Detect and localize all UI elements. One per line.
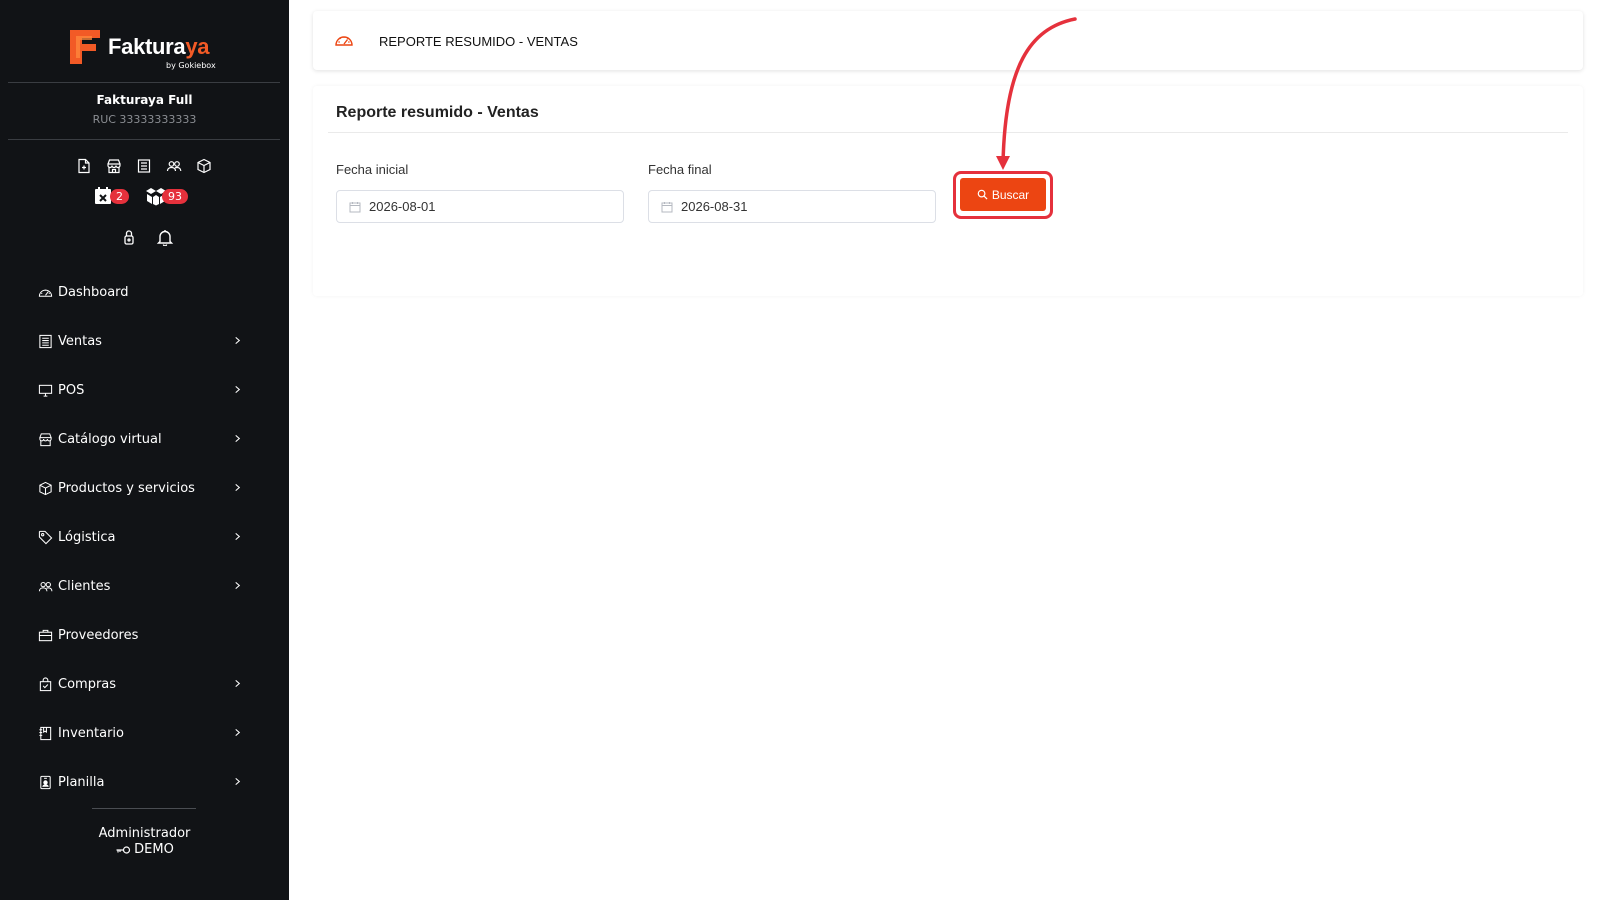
- key-icon: [116, 845, 131, 854]
- sidebar-item-label: POS: [58, 383, 85, 398]
- user-name-label: DEMO: [134, 842, 174, 857]
- sidebar-menu: Dashboard Ventas POS Catálogo virtual Pr…: [38, 268, 248, 807]
- box-icon: [38, 481, 54, 497]
- sidebar-item-inventario[interactable]: Inventario: [38, 709, 248, 758]
- box-icon[interactable]: [196, 158, 212, 174]
- sidebar-item-label: Ventas: [58, 334, 102, 349]
- sidebar-item-dashboard[interactable]: Dashboard: [38, 268, 248, 317]
- company-name: Fakturaya Full: [96, 93, 193, 107]
- badge-count: 93: [162, 188, 188, 204]
- bell-icon[interactable]: [156, 228, 174, 250]
- page-title: REPORTE RESUMIDO - VENTAS: [379, 34, 578, 49]
- sidebar-item-compras[interactable]: Compras: [38, 660, 248, 709]
- search-button-label: Buscar: [991, 187, 1030, 202]
- sidebar-item-productos-servicios[interactable]: Productos y servicios: [38, 464, 248, 513]
- sidebar-item-label: Clientes: [58, 579, 111, 594]
- speedometer-icon: [335, 36, 353, 46]
- new-document-icon[interactable]: [76, 158, 92, 174]
- journal-icon: [38, 726, 54, 742]
- user-name[interactable]: DEMO: [0, 842, 289, 857]
- sidebar-item-catalogo-virtual[interactable]: Catálogo virtual: [38, 415, 248, 464]
- chevron-right-icon: [233, 334, 243, 345]
- stock-alert-badge[interactable]: 93: [145, 186, 188, 206]
- sidebar-divider: [8, 139, 280, 140]
- sidebar-item-label: Compras: [58, 677, 117, 692]
- person-badge-icon: [38, 775, 54, 791]
- report-title: Reporte resumido - Ventas: [336, 104, 539, 121]
- chevron-right-icon: [233, 481, 243, 492]
- badge-count: 2: [110, 188, 129, 204]
- logo-mark-icon: [70, 30, 100, 64]
- sidebar-divider: [92, 808, 196, 809]
- sidebar-item-ventas[interactable]: Ventas: [38, 317, 248, 366]
- expired-docs-badge[interactable]: 2: [93, 186, 129, 206]
- chevron-right-icon: [233, 775, 243, 786]
- brand-tagline: by Gokiebox: [166, 61, 216, 70]
- utility-icons: [120, 228, 174, 250]
- tag-icon: [38, 530, 54, 546]
- receipt-list-icon[interactable]: [136, 158, 152, 174]
- chevron-right-icon: [233, 726, 243, 737]
- start-date-label: Fecha inicial: [336, 162, 409, 177]
- briefcase-icon: [38, 628, 54, 644]
- sidebar-item-pos[interactable]: POS: [38, 366, 248, 415]
- quick-actions: [76, 158, 212, 174]
- sidebar-item-label: Proveedores: [58, 628, 139, 643]
- end-date-label: Fecha final: [648, 162, 712, 177]
- sidebar-item-label: Catálogo virtual: [58, 432, 162, 447]
- report-card: Reporte resumido - Ventas Fecha inicial …: [313, 86, 1583, 296]
- calendar-icon: [349, 201, 361, 213]
- sidebar-item-logistica[interactable]: Lógistica: [38, 513, 248, 562]
- sidebar-item-clientes[interactable]: Clientes: [38, 562, 248, 611]
- brand-name: Fakturaya: [108, 34, 210, 59]
- chevron-right-icon: [233, 579, 243, 590]
- card-divider: [328, 132, 1568, 133]
- notification-badges: 2 93: [93, 186, 188, 206]
- receipt-icon: [38, 334, 54, 350]
- search-button[interactable]: Buscar: [960, 178, 1046, 211]
- annotation-arrow: [996, 17, 1077, 170]
- search-icon: [977, 189, 988, 200]
- lock-icon[interactable]: [120, 228, 138, 250]
- users-icon: [38, 579, 54, 595]
- page-header: REPORTE RESUMIDO - VENTAS: [313, 11, 1583, 70]
- store-icon: [38, 432, 54, 448]
- calendar-icon: [661, 201, 673, 213]
- start-date-picker[interactable]: [336, 190, 624, 223]
- users-icon[interactable]: [166, 158, 182, 174]
- sidebar-item-label: Inventario: [58, 726, 124, 741]
- end-date-picker[interactable]: [648, 190, 936, 223]
- sidebar-item-label: Productos y servicios: [58, 481, 195, 496]
- bag-check-icon: [38, 676, 54, 693]
- sidebar-item-proveedores[interactable]: Proveedores: [38, 611, 248, 660]
- sidebar-item-label: Dashboard: [58, 285, 129, 300]
- sidebar-item-label: Planilla: [58, 775, 105, 790]
- sidebar-item-label: Lógistica: [58, 530, 116, 545]
- chevron-right-icon: [233, 677, 243, 688]
- start-date-input[interactable]: [369, 199, 609, 214]
- brand-logo[interactable]: Fakturaya by Gokiebox: [68, 26, 228, 74]
- company-ruc: RUC 33333333333: [92, 113, 197, 126]
- chevron-right-icon: [233, 432, 243, 443]
- end-date-input[interactable]: [681, 199, 921, 214]
- chevron-right-icon: [233, 383, 243, 394]
- user-role: Administrador: [98, 826, 191, 841]
- speedometer-icon: [38, 285, 54, 301]
- monitor-icon: [38, 383, 54, 399]
- store-icon[interactable]: [106, 158, 122, 174]
- chevron-right-icon: [233, 530, 243, 541]
- sidebar-divider: [8, 82, 280, 83]
- sidebar-item-planilla[interactable]: Planilla: [38, 758, 248, 807]
- sidebar: Fakturaya by Gokiebox Fakturaya Full RUC…: [0, 0, 289, 900]
